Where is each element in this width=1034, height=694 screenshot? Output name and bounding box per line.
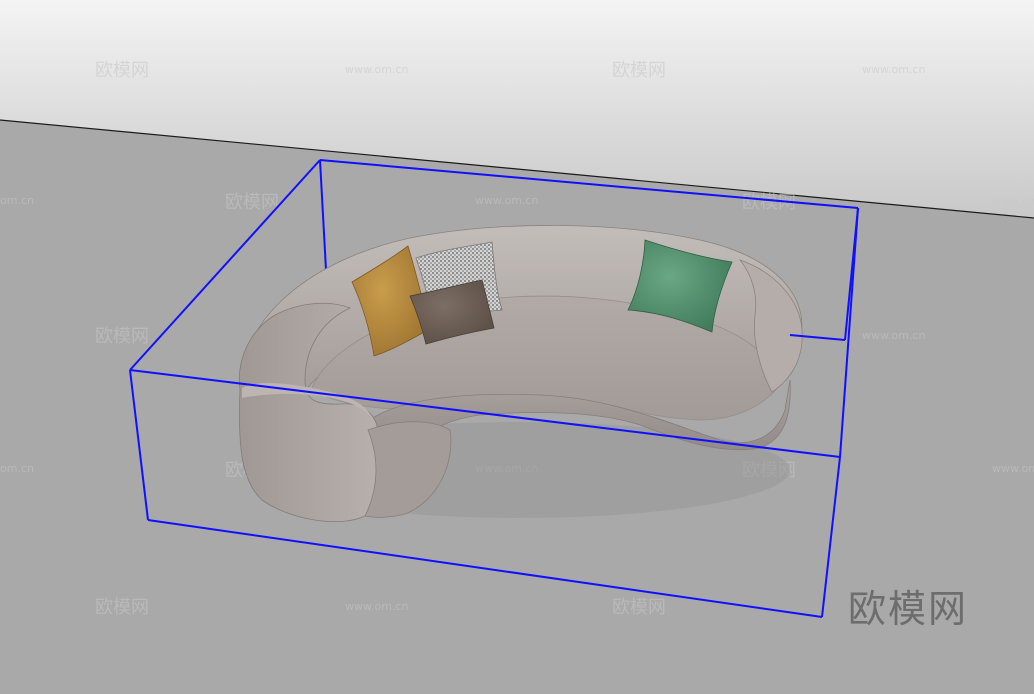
brand-logo-text: 欧模网	[848, 587, 968, 631]
watermark-url: www.om.cn	[475, 194, 538, 207]
watermark-brand: 欧模网	[95, 326, 149, 347]
watermark-brand: 欧模网	[95, 60, 149, 81]
watermark-url: www.om.cn	[992, 194, 1034, 207]
watermark-url: www.om.cn	[345, 600, 408, 613]
watermark-brand: 欧模网	[95, 597, 149, 618]
watermark-brand: 欧模网	[225, 192, 279, 213]
watermark-url: www.om.cn	[862, 63, 925, 76]
watermark-url: www.om.cn	[992, 462, 1034, 475]
watermark-brand: 欧模网	[612, 597, 666, 618]
watermark-url: www.om.cn	[345, 63, 408, 76]
watermark-url: om.cn	[0, 462, 34, 475]
3d-viewport[interactable]: 欧模网 www.om.cn 欧模网 www.om.cn om.cn 欧模网 ww…	[0, 0, 1034, 694]
watermark-url: om.cn	[0, 194, 34, 207]
watermark-url: www.om.cn	[862, 329, 925, 342]
watermark-brand: 欧模网	[612, 60, 666, 81]
